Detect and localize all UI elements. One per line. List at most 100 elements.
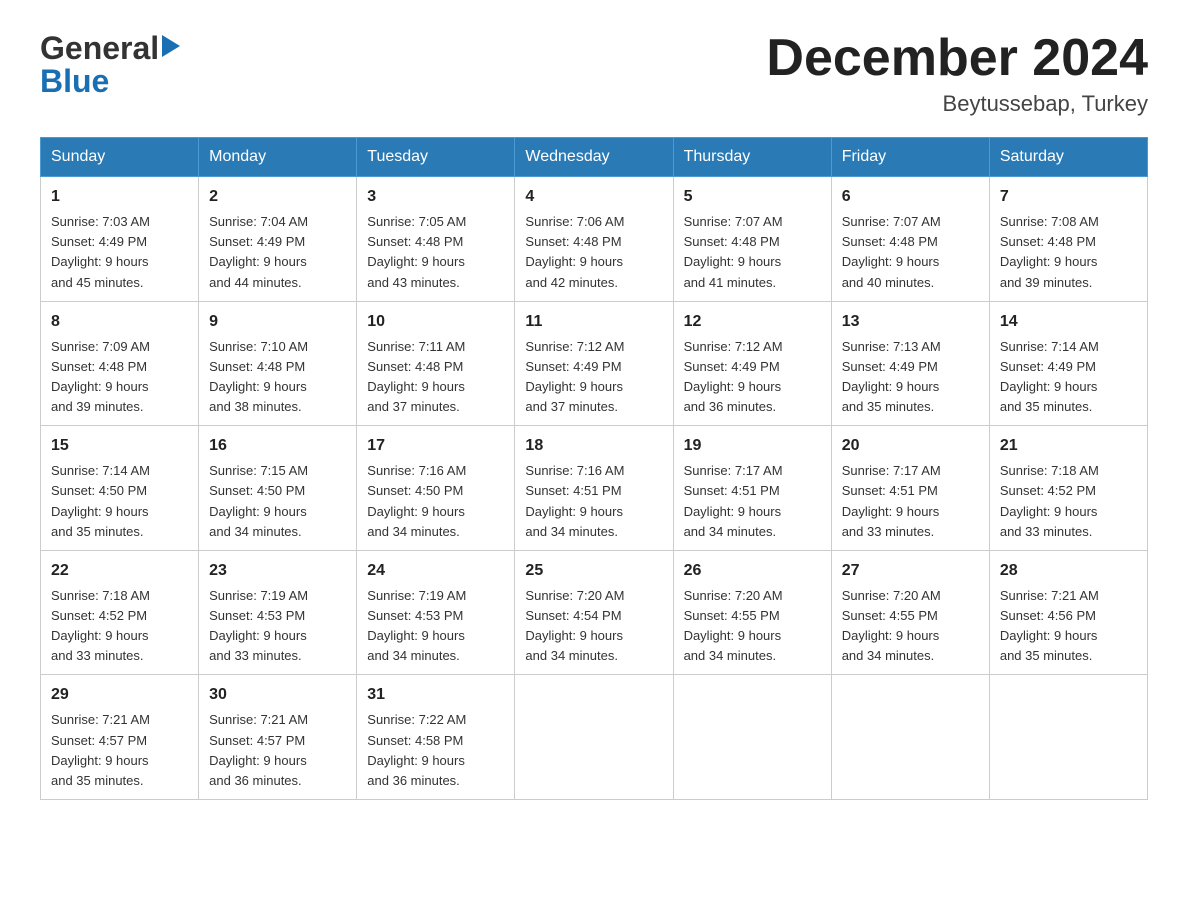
day-number: 2 [209, 185, 346, 209]
day-number: 14 [1000, 310, 1137, 334]
calendar-cell: 1 Sunrise: 7:03 AMSunset: 4:49 PMDaylight… [41, 177, 199, 302]
header-saturday: Saturday [989, 138, 1147, 177]
day-number: 30 [209, 683, 346, 707]
logo-text: General [40, 30, 180, 67]
day-info: Sunrise: 7:18 AMSunset: 4:52 PMDaylight:… [1000, 461, 1137, 542]
calendar-cell [831, 675, 989, 800]
day-info: Sunrise: 7:15 AMSunset: 4:50 PMDaylight:… [209, 461, 346, 542]
calendar-cell: 16 Sunrise: 7:15 AMSunset: 4:50 PMDayligh… [199, 426, 357, 551]
day-number: 1 [51, 185, 188, 209]
calendar-cell: 12 Sunrise: 7:12 AMSunset: 4:49 PMDayligh… [673, 301, 831, 426]
calendar-cell: 9Sunrise: 7:10 AMSunset: 4:48 PMDaylight… [199, 301, 357, 426]
day-info: Sunrise: 7:08 AMSunset: 4:48 PMDaylight:… [1000, 212, 1137, 293]
day-info: Sunrise: 7:12 AMSunset: 4:49 PMDaylight:… [684, 337, 821, 418]
day-info: Sunrise: 7:18 AMSunset: 4:52 PMDaylight:… [51, 586, 188, 667]
day-number: 3 [367, 185, 504, 209]
calendar-week-1: 1 Sunrise: 7:03 AMSunset: 4:49 PMDaylight… [41, 177, 1148, 302]
calendar-cell: 26 Sunrise: 7:20 AMSunset: 4:55 PMDayligh… [673, 550, 831, 675]
calendar-cell: 6Sunrise: 7:07 AMSunset: 4:48 PMDaylight… [831, 177, 989, 302]
header-monday: Monday [199, 138, 357, 177]
day-info: Sunrise: 7:21 AMSunset: 4:57 PMDaylight:… [209, 710, 346, 791]
calendar-week-3: 15 Sunrise: 7:14 AMSunset: 4:50 PMDayligh… [41, 426, 1148, 551]
month-title: December 2024 [766, 30, 1148, 87]
calendar-cell [673, 675, 831, 800]
day-info: Sunrise: 7:17 AMSunset: 4:51 PMDaylight:… [842, 461, 979, 542]
calendar-cell: 7Sunrise: 7:08 AMSunset: 4:48 PMDaylight… [989, 177, 1147, 302]
logo-triangle-icon [162, 35, 180, 62]
day-number: 27 [842, 559, 979, 583]
day-info: Sunrise: 7:21 AMSunset: 4:57 PMDaylight:… [51, 710, 188, 791]
day-number: 8 [51, 310, 188, 334]
location: Beytussebap, Turkey [766, 91, 1148, 117]
day-number: 18 [525, 434, 662, 458]
calendar-cell: 27 Sunrise: 7:20 AMSunset: 4:55 PMDayligh… [831, 550, 989, 675]
calendar-cell: 28Sunrise: 7:21 AMSunset: 4:56 PMDayligh… [989, 550, 1147, 675]
day-info: Sunrise: 7:14 AMSunset: 4:49 PMDaylight:… [1000, 337, 1137, 418]
header-tuesday: Tuesday [357, 138, 515, 177]
logo: General Blue [40, 30, 180, 100]
day-info: Sunrise: 7:22 AMSunset: 4:58 PMDaylight:… [367, 710, 504, 791]
calendar-cell: 3 Sunrise: 7:05 AMSunset: 4:48 PMDaylight… [357, 177, 515, 302]
calendar-cell: 8 Sunrise: 7:09 AMSunset: 4:48 PMDaylight… [41, 301, 199, 426]
day-info: Sunrise: 7:16 AMSunset: 4:51 PMDaylight:… [525, 461, 662, 542]
calendar-cell: 20Sunrise: 7:17 AMSunset: 4:51 PMDayligh… [831, 426, 989, 551]
day-number: 6 [842, 185, 979, 209]
calendar-week-4: 22 Sunrise: 7:18 AMSunset: 4:52 PMDayligh… [41, 550, 1148, 675]
day-number: 5 [684, 185, 821, 209]
day-info: Sunrise: 7:17 AMSunset: 4:51 PMDaylight:… [684, 461, 821, 542]
day-info: Sunrise: 7:10 AMSunset: 4:48 PMDaylight:… [209, 337, 346, 418]
calendar-header-row: SundayMondayTuesdayWednesdayThursdayFrid… [41, 138, 1148, 177]
page-header: General Blue December 2024 Beytussebap, … [40, 30, 1148, 117]
day-info: Sunrise: 7:14 AMSunset: 4:50 PMDaylight:… [51, 461, 188, 542]
day-info: Sunrise: 7:21 AMSunset: 4:56 PMDaylight:… [1000, 586, 1137, 667]
day-number: 16 [209, 434, 346, 458]
day-info: Sunrise: 7:13 AMSunset: 4:49 PMDaylight:… [842, 337, 979, 418]
calendar-cell: 23Sunrise: 7:19 AMSunset: 4:53 PMDayligh… [199, 550, 357, 675]
header-sunday: Sunday [41, 138, 199, 177]
logo-blue: Blue [40, 63, 180, 100]
day-info: Sunrise: 7:05 AMSunset: 4:48 PMDaylight:… [367, 212, 504, 293]
day-number: 31 [367, 683, 504, 707]
day-info: Sunrise: 7:16 AMSunset: 4:50 PMDaylight:… [367, 461, 504, 542]
day-info: Sunrise: 7:07 AMSunset: 4:48 PMDaylight:… [684, 212, 821, 293]
day-number: 12 [684, 310, 821, 334]
day-info: Sunrise: 7:06 AMSunset: 4:48 PMDaylight:… [525, 212, 662, 293]
day-number: 15 [51, 434, 188, 458]
day-number: 26 [684, 559, 821, 583]
calendar-cell: 14 Sunrise: 7:14 AMSunset: 4:49 PMDayligh… [989, 301, 1147, 426]
day-number: 24 [367, 559, 504, 583]
day-number: 29 [51, 683, 188, 707]
day-number: 21 [1000, 434, 1137, 458]
day-info: Sunrise: 7:19 AMSunset: 4:53 PMDaylight:… [367, 586, 504, 667]
calendar-cell: 22 Sunrise: 7:18 AMSunset: 4:52 PMDayligh… [41, 550, 199, 675]
calendar-cell: 31 Sunrise: 7:22 AMSunset: 4:58 PMDayligh… [357, 675, 515, 800]
day-info: Sunrise: 7:03 AMSunset: 4:49 PMDaylight:… [51, 212, 188, 293]
calendar-cell: 2 Sunrise: 7:04 AMSunset: 4:49 PMDaylight… [199, 177, 357, 302]
day-info: Sunrise: 7:11 AMSunset: 4:48 PMDaylight:… [367, 337, 504, 418]
calendar-cell: 10Sunrise: 7:11 AMSunset: 4:48 PMDayligh… [357, 301, 515, 426]
day-number: 25 [525, 559, 662, 583]
title-section: December 2024 Beytussebap, Turkey [766, 30, 1148, 117]
calendar-cell: 13Sunrise: 7:13 AMSunset: 4:49 PMDayligh… [831, 301, 989, 426]
calendar-cell: 21 Sunrise: 7:18 AMSunset: 4:52 PMDayligh… [989, 426, 1147, 551]
calendar-cell: 18 Sunrise: 7:16 AMSunset: 4:51 PMDayligh… [515, 426, 673, 551]
day-number: 4 [525, 185, 662, 209]
calendar-week-2: 8 Sunrise: 7:09 AMSunset: 4:48 PMDaylight… [41, 301, 1148, 426]
header-thursday: Thursday [673, 138, 831, 177]
calendar-cell: 19Sunrise: 7:17 AMSunset: 4:51 PMDayligh… [673, 426, 831, 551]
day-number: 22 [51, 559, 188, 583]
calendar-cell: 4 Sunrise: 7:06 AMSunset: 4:48 PMDaylight… [515, 177, 673, 302]
calendar-cell: 11Sunrise: 7:12 AMSunset: 4:49 PMDayligh… [515, 301, 673, 426]
calendar-week-5: 29 Sunrise: 7:21 AMSunset: 4:57 PMDayligh… [41, 675, 1148, 800]
header-wednesday: Wednesday [515, 138, 673, 177]
day-info: Sunrise: 7:20 AMSunset: 4:55 PMDaylight:… [842, 586, 979, 667]
day-info: Sunrise: 7:20 AMSunset: 4:55 PMDaylight:… [684, 586, 821, 667]
day-info: Sunrise: 7:04 AMSunset: 4:49 PMDaylight:… [209, 212, 346, 293]
day-info: Sunrise: 7:09 AMSunset: 4:48 PMDaylight:… [51, 337, 188, 418]
calendar-cell: 30 Sunrise: 7:21 AMSunset: 4:57 PMDayligh… [199, 675, 357, 800]
calendar-cell [515, 675, 673, 800]
day-info: Sunrise: 7:19 AMSunset: 4:53 PMDaylight:… [209, 586, 346, 667]
day-info: Sunrise: 7:20 AMSunset: 4:54 PMDaylight:… [525, 586, 662, 667]
calendar-cell: 15 Sunrise: 7:14 AMSunset: 4:50 PMDayligh… [41, 426, 199, 551]
calendar-cell [989, 675, 1147, 800]
